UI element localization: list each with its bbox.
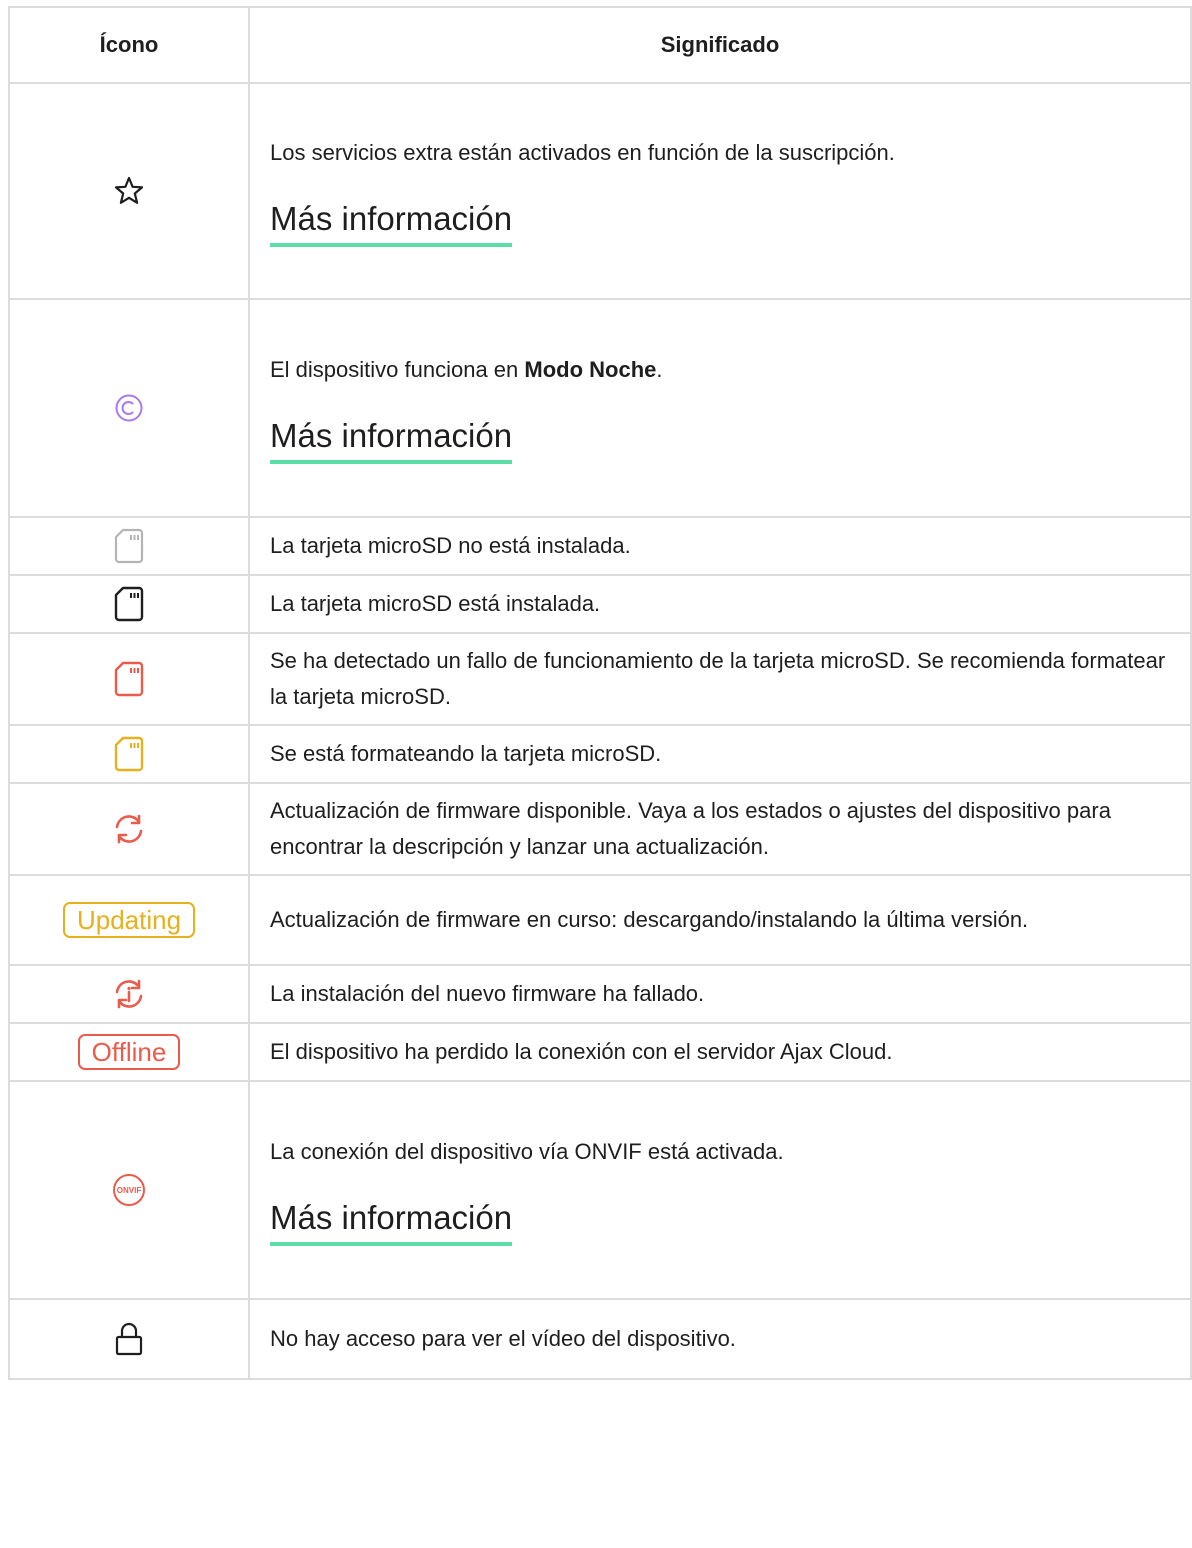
row-description: Se está formateando la tarjeta microSD. bbox=[248, 724, 1192, 784]
icons-table: Ícono Significado Los servicios extra es… bbox=[8, 6, 1192, 1380]
row-description: La instalación del nuevo firmware ha fal… bbox=[248, 964, 1192, 1024]
table-header-row: Ícono Significado bbox=[8, 6, 1192, 84]
table-row: Updating Actualización de firmware en cu… bbox=[8, 874, 1192, 966]
page-bottom-edge bbox=[0, 1541, 1192, 1548]
row-description: La tarjeta microSD está instalada. bbox=[248, 574, 1192, 634]
table-row: Se ha detectado un fallo de funcionamien… bbox=[8, 632, 1192, 726]
lock-icon bbox=[115, 1322, 143, 1356]
firmware-update-failed-icon bbox=[115, 979, 143, 1009]
more-info-link[interactable]: Más información bbox=[270, 199, 513, 247]
table-row: Los servicios extra están activados en f… bbox=[8, 82, 1192, 300]
night-mode-label: Modo Noche bbox=[524, 357, 657, 382]
table-row: ONVIF La conexión del dispositivo vía ON… bbox=[8, 1080, 1192, 1300]
column-header-meaning: Significado bbox=[248, 6, 1192, 84]
onvif-icon: ONVIF bbox=[113, 1174, 145, 1206]
table-row: La instalación del nuevo firmware ha fal… bbox=[8, 964, 1192, 1024]
row-description: Actualización de firmware en curso: desc… bbox=[248, 874, 1192, 966]
microsd-installed-icon bbox=[114, 586, 144, 622]
night-mode-icon bbox=[115, 394, 143, 422]
row-description: Actualización de firmware disponible. Va… bbox=[248, 782, 1192, 876]
table-row: El dispositivo funciona en Modo Noche. M… bbox=[8, 298, 1192, 518]
more-info-link[interactable]: Más información bbox=[270, 1198, 513, 1246]
table-row: La tarjeta microSD no está instalada. bbox=[8, 516, 1192, 576]
row-description: Los servicios extra están activados en f… bbox=[270, 140, 895, 165]
column-header-icon: Ícono bbox=[8, 6, 250, 84]
row-description: El dispositivo ha perdido la conexión co… bbox=[248, 1022, 1192, 1082]
table-row: No hay acceso para ver el vídeo del disp… bbox=[8, 1298, 1192, 1380]
offline-badge: Offline bbox=[77, 1034, 181, 1070]
svg-text:ONVIF: ONVIF bbox=[117, 1186, 142, 1195]
star-outline-icon bbox=[114, 176, 144, 204]
microsd-formatting-icon bbox=[114, 736, 144, 772]
table-row: Offline El dispositivo ha perdido la con… bbox=[8, 1022, 1192, 1082]
updating-badge: Updating bbox=[62, 902, 196, 938]
row-description: La conexión del dispositivo vía ONVIF es… bbox=[270, 1139, 784, 1164]
table-row: La tarjeta microSD está instalada. bbox=[8, 574, 1192, 634]
row-description: Se ha detectado un fallo de funcionamien… bbox=[248, 632, 1192, 726]
more-info-link[interactable]: Más información bbox=[270, 416, 513, 464]
firmware-update-available-icon bbox=[115, 814, 143, 844]
table-row: Actualización de firmware disponible. Va… bbox=[8, 782, 1192, 876]
microsd-not-installed-icon bbox=[114, 528, 144, 564]
table-row: Se está formateando la tarjeta microSD. bbox=[8, 724, 1192, 784]
row-description: No hay acceso para ver el vídeo del disp… bbox=[248, 1298, 1192, 1380]
microsd-error-icon bbox=[114, 661, 144, 697]
row-description: La tarjeta microSD no está instalada. bbox=[248, 516, 1192, 576]
row-description: El dispositivo funciona en Modo Noche. bbox=[270, 357, 663, 382]
